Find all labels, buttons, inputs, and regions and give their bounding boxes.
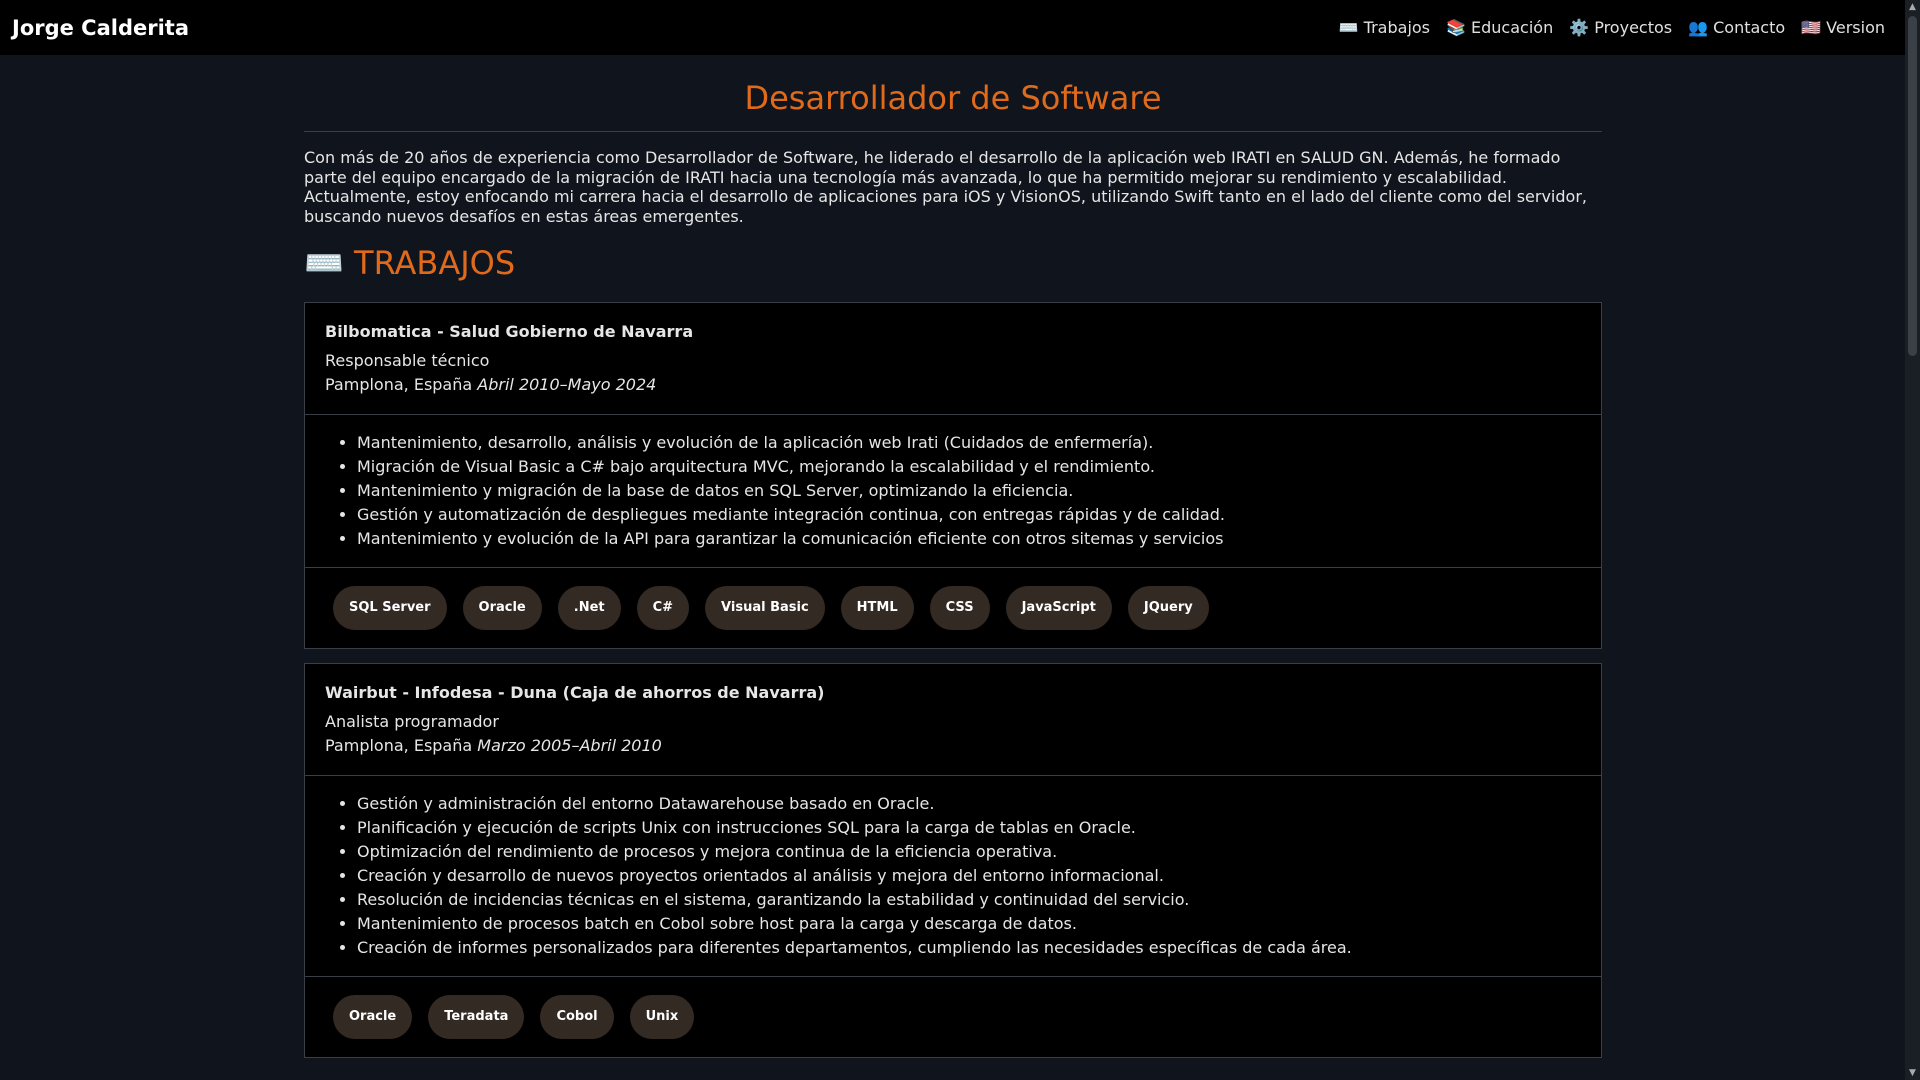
job-card: Wairbut - Infodesa - Duna (Caja de ahorr… [304, 663, 1602, 1058]
job-role: Analista programador [325, 712, 499, 731]
task-item: Mantenimiento de procesos batch en Cobol… [357, 912, 1581, 936]
job-header: Wairbut - Infodesa - Duna (Caja de ahorr… [305, 664, 1601, 776]
job-company: Bilbomatica - Salud Gobierno de Navarra [325, 322, 694, 341]
task-item: Planificación y ejecución de scripts Uni… [357, 816, 1581, 840]
scroll-down-icon[interactable]: ▼ [1905, 1068, 1920, 1078]
task-item: Mantenimiento y migración de la base de … [357, 479, 1581, 503]
task-item: Gestión y administración del entorno Dat… [357, 792, 1581, 816]
job-role: Responsable técnico [325, 351, 490, 370]
skill-tag: Oracle [462, 586, 542, 630]
job-tags: Oracle Teradata Cobol Unix [305, 977, 1601, 1057]
nav-item-contacto[interactable]: 👥 Contacto [1688, 18, 1785, 37]
job-company: Wairbut - Infodesa - Duna (Caja de ahorr… [325, 683, 825, 702]
skill-tag: .Net [557, 586, 621, 630]
job-tags: SQL Server Oracle .Net C# Visual Basic H… [305, 568, 1601, 648]
job-card: Bilbomatica - Salud Gobierno de Navarra … [304, 302, 1602, 649]
task-item: Mantenimiento y evolución de la API para… [357, 527, 1581, 551]
skill-tag: Visual Basic [705, 586, 825, 630]
top-navbar: Jorge Calderita ⌨️ Trabajos 📚 Educación … [0, 0, 1905, 55]
page-title: Desarrollador de Software [304, 79, 1602, 132]
task-item: Gestión y automatización de despliegues … [357, 503, 1581, 527]
brand-name[interactable]: Jorge Calderita [12, 16, 189, 40]
skill-tag: HTML [840, 586, 914, 630]
job-dates: Abril 2010–Mayo 2024 [477, 375, 657, 394]
task-list: Gestión y administración del entorno Dat… [325, 792, 1581, 960]
main-content: Desarrollador de Software Con más de 20 … [304, 55, 1602, 1072]
job-tasks: Mantenimiento, desarrollo, análisis y ev… [305, 415, 1601, 568]
job-location-dates: Pamplona, España Abril 2010–Mayo 2024 [325, 375, 1581, 394]
task-item: Mantenimiento, desarrollo, análisis y ev… [357, 431, 1581, 455]
task-item: Creación y desarrollo de nuevos proyecto… [357, 864, 1581, 888]
skill-tag: C# [636, 586, 690, 630]
skill-tag: JavaScript [1005, 586, 1112, 630]
intro-paragraph: Con más de 20 años de experiencia como D… [304, 148, 1587, 226]
skill-tag: JQuery [1127, 586, 1209, 630]
skill-tag: SQL Server [333, 586, 447, 630]
nav-item-proyectos[interactable]: ⚙️ Proyectos [1569, 18, 1672, 37]
task-item: Creación de informes personalizados para… [357, 936, 1581, 960]
job-location: Pamplona, España [325, 736, 473, 755]
job-tasks: Gestión y administración del entorno Dat… [305, 776, 1601, 977]
skill-tag: Teradata [428, 995, 525, 1039]
skill-tag: Cobol [540, 995, 614, 1039]
job-location: Pamplona, España [325, 375, 473, 394]
scroll-up-icon[interactable]: ▲ [1905, 2, 1920, 12]
skill-tag: Unix [629, 995, 695, 1039]
job-location-dates: Pamplona, España Marzo 2005–Abril 2010 [325, 736, 1581, 755]
page-scrollbar[interactable]: ▲ ▼ [1905, 0, 1920, 1080]
task-item: Migración de Visual Basic a C# bajo arqu… [357, 455, 1581, 479]
nav-item-version[interactable]: 🇺🇸 Version [1801, 18, 1885, 37]
task-item: Optimización del rendimiento de procesos… [357, 840, 1581, 864]
job-header: Bilbomatica - Salud Gobierno de Navarra … [305, 303, 1601, 415]
skill-tag: Oracle [333, 995, 413, 1039]
skill-tag: CSS [929, 586, 990, 630]
nav-menu: ⌨️ Trabajos 📚 Educación ⚙️ Proyectos 👥 C… [1339, 18, 1885, 37]
task-item: Resolución de incidencias técnicas en el… [357, 888, 1581, 912]
section-title-trabajos: ⌨️ TRABAJOS [304, 244, 516, 282]
task-list: Mantenimiento, desarrollo, análisis y ev… [325, 431, 1581, 551]
nav-item-educacion[interactable]: 📚 Educación [1446, 18, 1553, 37]
job-dates: Marzo 2005–Abril 2010 [477, 736, 662, 755]
scrollbar-thumb[interactable] [1908, 16, 1917, 356]
nav-item-trabajos[interactable]: ⌨️ Trabajos [1339, 18, 1430, 37]
